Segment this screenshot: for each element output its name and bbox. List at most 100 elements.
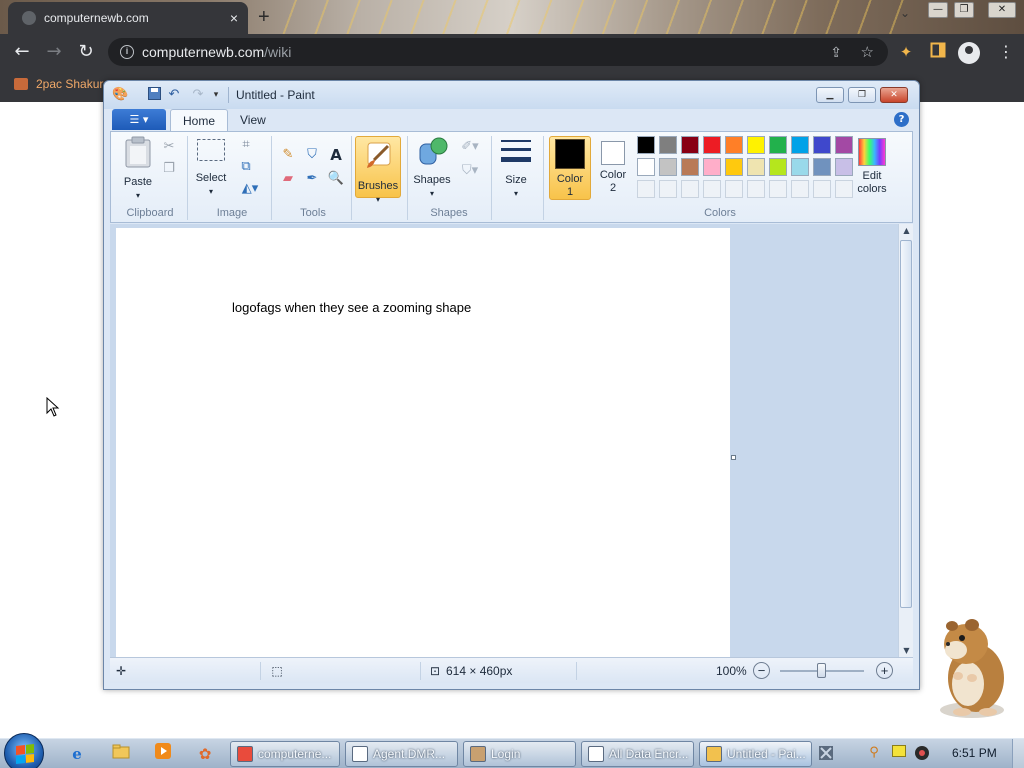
eraser-icon[interactable]: ▰ bbox=[279, 170, 297, 188]
address-bar[interactable]: i computernewb.com/wiki ⇪ ☆ bbox=[108, 38, 888, 66]
taskbar-task-button[interactable]: Untitled - Pai... bbox=[699, 741, 812, 767]
color2-button[interactable]: Color 2 bbox=[593, 136, 633, 200]
tab-view[interactable]: View bbox=[228, 109, 278, 131]
save-icon[interactable] bbox=[146, 87, 162, 103]
palette-swatch[interactable] bbox=[637, 158, 655, 176]
info-icon[interactable]: i bbox=[120, 45, 134, 59]
palette-swatch[interactable] bbox=[813, 136, 831, 154]
custom-color-slot[interactable] bbox=[659, 180, 677, 198]
redo-icon[interactable]: ↷ bbox=[190, 87, 206, 103]
new-tab-button[interactable]: + bbox=[258, 6, 270, 29]
scroll-up-icon[interactable]: ▲ bbox=[899, 226, 914, 235]
restore-icon[interactable]: ❐ bbox=[954, 2, 974, 18]
file-explorer-icon[interactable] bbox=[108, 742, 134, 766]
palette-swatch[interactable] bbox=[769, 158, 787, 176]
text-tool-icon[interactable]: A bbox=[327, 146, 345, 164]
start-button[interactable] bbox=[4, 733, 44, 768]
custom-color-slot[interactable] bbox=[813, 180, 831, 198]
pencil-icon[interactable]: ✎ bbox=[279, 146, 297, 164]
shapes-button[interactable]: Shapes ▾ bbox=[411, 136, 453, 200]
paste-button[interactable]: Paste ▾ bbox=[119, 136, 157, 202]
outline-icon[interactable]: ✐▾ bbox=[457, 138, 483, 156]
palette-swatch[interactable] bbox=[703, 158, 721, 176]
palette-swatch[interactable] bbox=[637, 136, 655, 154]
cut-icon[interactable]: ✂ bbox=[160, 138, 178, 156]
tab-home[interactable]: Home bbox=[170, 109, 229, 131]
zoom-slider-thumb[interactable] bbox=[817, 663, 826, 678]
crop-icon[interactable]: ⌗ bbox=[237, 136, 255, 154]
custom-color-slot[interactable] bbox=[747, 180, 765, 198]
palette-swatch[interactable] bbox=[725, 158, 743, 176]
taskbar-task-button[interactable]: All Data Encr... bbox=[581, 741, 694, 767]
paint-close-icon[interactable]: ✕ bbox=[880, 87, 908, 103]
custom-color-slot[interactable] bbox=[725, 180, 743, 198]
drawing-canvas[interactable]: logofags when they see a zooming shape bbox=[116, 228, 730, 657]
size-button[interactable]: Size ▾ bbox=[497, 136, 535, 200]
palette-swatch[interactable] bbox=[813, 158, 831, 176]
back-icon[interactable]: ← bbox=[10, 40, 34, 64]
palette-swatch[interactable] bbox=[747, 158, 765, 176]
copy-icon[interactable]: ❐ bbox=[160, 160, 178, 178]
custom-color-slot[interactable] bbox=[681, 180, 699, 198]
forward-icon[interactable]: → bbox=[42, 40, 66, 64]
palette-swatch[interactable] bbox=[747, 136, 765, 154]
taskbar-task-button[interactable]: Login bbox=[463, 741, 576, 767]
palette-swatch[interactable] bbox=[681, 136, 699, 154]
bookmark-star-icon[interactable]: ☆ bbox=[861, 43, 874, 61]
internet-explorer-icon[interactable]: e bbox=[64, 742, 90, 766]
paint-pinned-icon[interactable]: ✿ bbox=[192, 742, 218, 766]
taskbar-task-button[interactable]: Agent.DMR... bbox=[345, 741, 458, 767]
paint-minimize-icon[interactable]: ▁ bbox=[816, 87, 844, 103]
bookmark-item[interactable]: 2pac Shakur bbox=[14, 77, 103, 91]
fill-bucket-icon[interactable]: ⛉ bbox=[303, 146, 321, 164]
show-desktop-button[interactable] bbox=[1012, 739, 1024, 768]
search-tray-icon[interactable]: ⚲ bbox=[866, 745, 882, 761]
custom-color-slot[interactable] bbox=[791, 180, 809, 198]
select-button[interactable]: Select ▾ bbox=[193, 136, 229, 198]
paint-restore-icon[interactable]: ❐ bbox=[848, 87, 876, 103]
profile-avatar-icon[interactable] bbox=[958, 42, 980, 64]
scroll-thumb[interactable] bbox=[900, 240, 912, 608]
chevron-down-icon[interactable]: ⌄ bbox=[900, 6, 910, 20]
palette-swatch[interactable] bbox=[791, 158, 809, 176]
brushes-button[interactable]: Brushes ▾ bbox=[355, 136, 401, 204]
resize-icon[interactable]: ⧉ bbox=[237, 158, 255, 176]
palette-swatch[interactable] bbox=[703, 136, 721, 154]
fill-icon[interactable]: ⛉▾ bbox=[457, 162, 483, 180]
tab-close-icon[interactable]: × bbox=[224, 10, 244, 26]
palette-swatch[interactable] bbox=[769, 136, 787, 154]
menu-kebab-icon[interactable]: ⋮ bbox=[998, 42, 1014, 61]
hamster-desktop-pet[interactable] bbox=[932, 614, 1012, 720]
edit-colors-button[interactable]: Edit colors bbox=[851, 136, 893, 196]
browser-tab[interactable]: computernewb.com × bbox=[8, 2, 248, 34]
palette-swatch[interactable] bbox=[725, 136, 743, 154]
color-picker-icon[interactable]: ✒ bbox=[303, 170, 321, 188]
taskbar-task-button[interactable]: computerne... bbox=[230, 741, 340, 767]
canvas-resize-handle[interactable] bbox=[731, 455, 736, 460]
vertical-scrollbar[interactable]: ▲ ▼ bbox=[898, 224, 913, 657]
network-tray-icon[interactable] bbox=[818, 745, 834, 761]
side-panel-icon[interactable] bbox=[928, 42, 948, 62]
palette-swatch[interactable] bbox=[791, 136, 809, 154]
notes-tray-icon[interactable] bbox=[891, 745, 907, 761]
share-icon[interactable]: ⇪ bbox=[830, 44, 842, 61]
rotate-icon[interactable]: ◭▾ bbox=[237, 180, 263, 198]
custom-color-slot[interactable] bbox=[703, 180, 721, 198]
media-player-icon[interactable] bbox=[150, 742, 176, 766]
taskbar-clock[interactable]: 6:51 PM bbox=[952, 746, 997, 760]
color1-button[interactable]: Color 1 bbox=[549, 136, 591, 200]
volume-tray-icon[interactable] bbox=[914, 745, 930, 761]
reload-icon[interactable]: ↻ bbox=[74, 40, 98, 64]
palette-swatch[interactable] bbox=[659, 158, 677, 176]
zoom-in-icon[interactable]: + bbox=[876, 662, 893, 679]
extensions-puzzle-icon[interactable]: ✦ bbox=[896, 42, 916, 62]
paint-menu-button[interactable]: ☰ ▾ bbox=[112, 109, 166, 130]
customize-qat-icon[interactable]: ▾ bbox=[208, 87, 224, 103]
custom-color-slot[interactable] bbox=[769, 180, 787, 198]
palette-swatch[interactable] bbox=[681, 158, 699, 176]
help-icon[interactable]: ? bbox=[894, 112, 909, 127]
zoom-out-icon[interactable]: − bbox=[753, 662, 770, 679]
palette-swatch[interactable] bbox=[659, 136, 677, 154]
undo-icon[interactable]: ↶ bbox=[166, 87, 182, 103]
custom-color-slot[interactable] bbox=[637, 180, 655, 198]
